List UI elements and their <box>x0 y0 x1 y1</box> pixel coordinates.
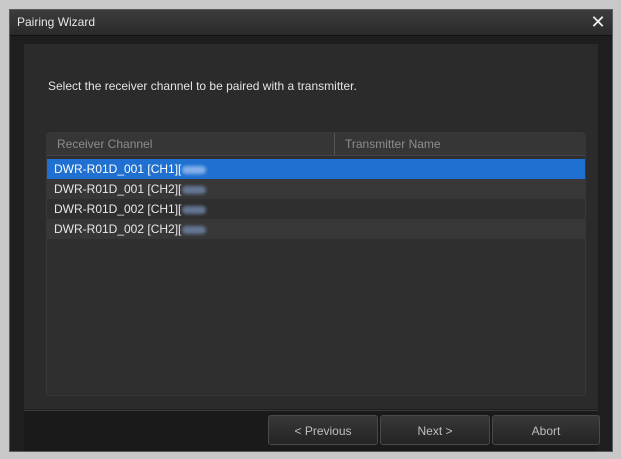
title-bar[interactable]: Pairing Wizard ✕ <box>10 10 612 36</box>
column-header-receiver-channel[interactable]: Receiver Channel <box>57 133 152 155</box>
blurred-id <box>182 165 207 174</box>
table-row[interactable]: DWR-R01D_002 [CH1][ <box>47 199 585 219</box>
pairing-wizard-window: Pairing Wizard ✕ Select the receiver cha… <box>9 9 613 452</box>
receiver-channel-cell: DWR-R01D_001 [CH1][ <box>54 162 182 176</box>
previous-button[interactable]: < Previous <box>268 415 378 445</box>
blurred-id <box>182 185 207 194</box>
next-button[interactable]: Next > <box>380 415 490 445</box>
abort-button[interactable]: Abort <box>492 415 600 445</box>
table-header: Receiver Channel Transmitter Name <box>47 133 585 156</box>
table-row[interactable]: DWR-R01D_002 [CH2][ <box>47 219 585 239</box>
column-header-transmitter-name[interactable]: Transmitter Name <box>345 133 441 155</box>
close-icon[interactable]: ✕ <box>588 11 608 33</box>
blurred-id <box>182 205 207 214</box>
receiver-channel-cell: DWR-R01D_002 [CH1][ <box>54 202 182 216</box>
table-row[interactable]: DWR-R01D_001 [CH2][ <box>47 179 585 199</box>
wizard-content: Select the receiver channel to be paired… <box>24 44 598 409</box>
column-divider[interactable] <box>334 133 335 155</box>
receiver-channel-cell: DWR-R01D_001 [CH2][ <box>54 182 182 196</box>
receiver-channel-cell: DWR-R01D_002 [CH2][ <box>54 222 182 236</box>
instruction-text: Select the receiver channel to be paired… <box>48 79 357 93</box>
blurred-id <box>182 225 207 234</box>
table-row[interactable]: DWR-R01D_001 [CH1][ <box>47 159 585 179</box>
receiver-channel-table: Receiver Channel Transmitter Name DWR-R0… <box>46 132 586 396</box>
window-title: Pairing Wizard <box>17 15 96 29</box>
